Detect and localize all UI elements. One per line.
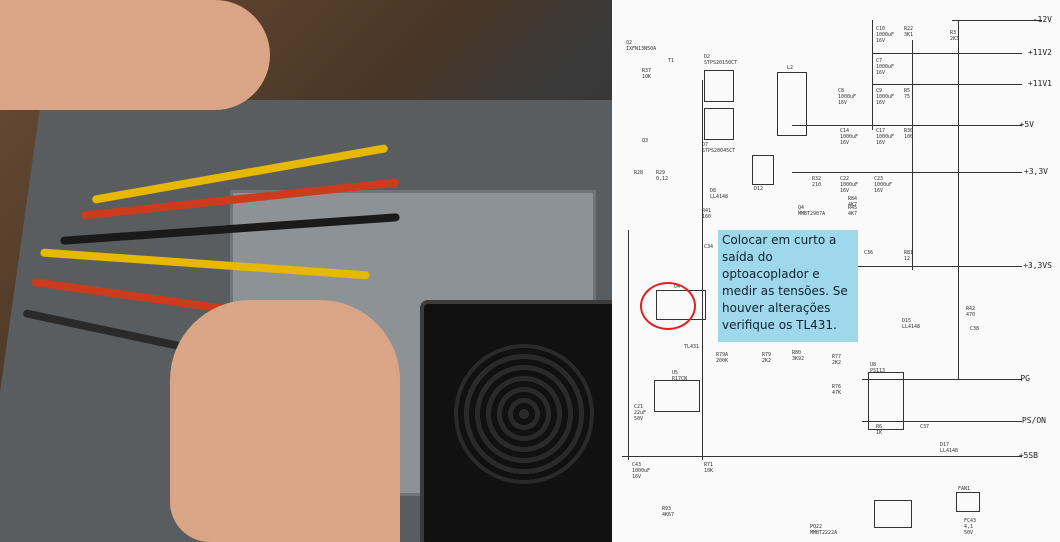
label-r37: R37 10K: [642, 68, 652, 80]
label-fan1: FAN1: [958, 486, 971, 492]
label-r79a: R79A 200K: [716, 352, 729, 364]
ic-u8: [868, 372, 904, 430]
label-r77: R77 2K2: [832, 354, 842, 366]
rail-line: [792, 172, 1022, 173]
wire: [702, 80, 703, 460]
label-c34: C34: [704, 244, 714, 250]
label-c10: C10 1000uF 16V: [876, 26, 895, 44]
label-u8: U8 PS113: [870, 362, 886, 374]
rail-line: [952, 20, 1042, 21]
rail-label: +11V1: [1027, 79, 1052, 88]
rail-line: [792, 125, 1022, 126]
label-tl431: TL431: [684, 344, 700, 350]
label-r5: R5 75: [904, 88, 911, 100]
label-d17: D17 LL4148: [940, 442, 959, 454]
label-d12: D12: [754, 186, 764, 192]
wire: [628, 230, 629, 460]
label-d7: D7 STPS20045CT: [702, 142, 736, 154]
rail-label: +5V: [1019, 120, 1034, 129]
label-c9: C9 1000uF 16V: [876, 88, 895, 106]
rail-label: +5SB: [1018, 451, 1038, 460]
optocoupler-highlight-circle: [640, 282, 696, 330]
label-c38: C38: [970, 326, 980, 332]
label-r22: R22 3K1: [904, 26, 914, 38]
label-c14: C14 1000uF 16V: [840, 128, 859, 146]
label-r41: R41 160: [702, 208, 712, 220]
ic-fr140: [874, 500, 912, 528]
label-c37: C37: [920, 424, 930, 430]
wire: [958, 20, 959, 380]
label-r81: R81 12: [904, 250, 914, 262]
rail-line: [872, 84, 1022, 85]
lower-hand: [170, 300, 400, 542]
diode-d12: [752, 155, 774, 185]
label-r84: R84 4K7: [848, 196, 858, 208]
rail-line: [622, 456, 1022, 457]
label-r76: R76 47K: [832, 384, 842, 396]
label-c21: C21 22uF 50V: [634, 404, 647, 422]
label-r80: R80 3K92: [792, 350, 805, 362]
label-r32: R32 210: [812, 176, 822, 188]
label-r6: R6 1K: [876, 424, 883, 436]
wire: [912, 40, 913, 270]
rail-label: PS/ON: [1021, 416, 1046, 425]
label-c23: C23 1000uF 16V: [874, 176, 893, 194]
instruction-note: Colocar em curto a saída do optoacoplado…: [718, 230, 858, 342]
label-c7: C7 1000uF 16V: [876, 58, 895, 76]
label-r30: R30 100: [904, 128, 914, 140]
label-c36: C36: [864, 250, 874, 256]
fan-grill: [454, 344, 594, 484]
label-r93: R93 4K67: [662, 506, 675, 518]
rectifier-d7: [704, 108, 734, 140]
psu-fan: [420, 300, 612, 542]
label-fc43: FC43 4,1 50V: [964, 518, 977, 536]
upper-hand: [0, 0, 270, 110]
label-q4: Q4 MMBT2907A: [798, 205, 826, 217]
rail-line: [872, 53, 1022, 54]
label-t1: T1: [668, 58, 675, 64]
label-r29: R29 0,12: [656, 170, 669, 182]
label-r28: R28: [634, 170, 644, 176]
label-r42: R42 470: [966, 306, 976, 318]
label-c22: C22 1000uF 16V: [840, 176, 859, 194]
rail-label: +3,3VS: [1023, 261, 1052, 270]
rail-label: +3,3V: [1023, 167, 1048, 176]
rail-label: +11V2: [1027, 48, 1052, 57]
label-c17: C17 1000uF 16V: [876, 128, 895, 146]
inductor-l2: [777, 72, 807, 136]
label-r71: R71 10K: [704, 462, 714, 474]
label-r79: R79 2K2: [762, 352, 772, 364]
label-q2: Q2 IXFN13N50A: [626, 40, 657, 52]
label-q22: PQ22 MMBT2222A: [810, 524, 838, 536]
label-d15: D15 LL4148: [902, 318, 921, 330]
label-c43: C43 1000uF 16V: [632, 462, 651, 480]
fan-connector: [956, 492, 980, 512]
label-u5: U5 R17CN: [672, 370, 688, 382]
psu-photo: [0, 0, 612, 542]
rail-label: -12V: [1032, 15, 1052, 24]
optocoupler-u5: [654, 380, 700, 412]
wire: [872, 20, 873, 130]
rail-label: PG: [1020, 374, 1030, 383]
label-l2: L2: [787, 65, 794, 71]
label-c8: C8 1000uF 16V: [838, 88, 857, 106]
label-d8: D8 LL4148: [710, 188, 729, 200]
label-d2: D2 STPS20150CT: [704, 54, 738, 66]
rectifier-d2: [704, 70, 734, 102]
label-q3: Q3: [642, 138, 649, 144]
label-r3: R3 2K3: [950, 30, 960, 42]
